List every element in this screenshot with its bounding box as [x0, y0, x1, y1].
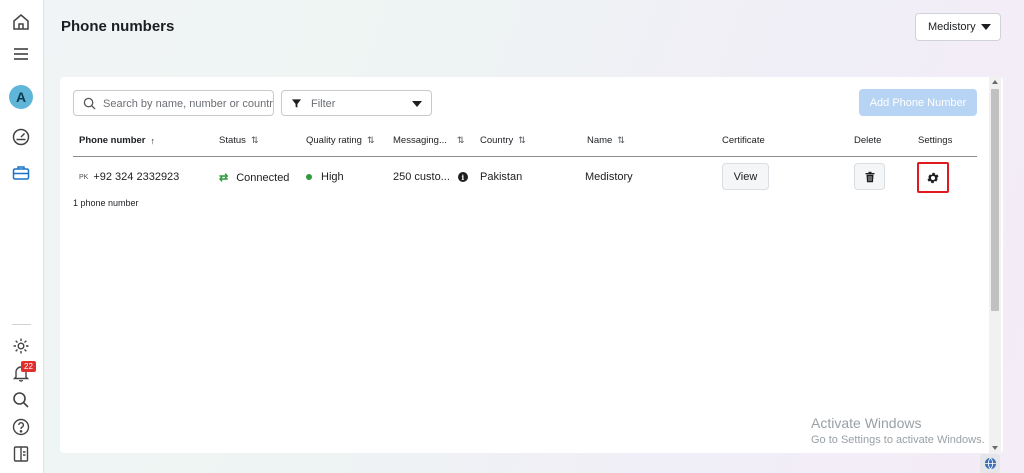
filter-dropdown[interactable]: Filter — [281, 90, 432, 116]
briefcase-icon[interactable] — [10, 162, 32, 184]
column-header-name[interactable]: Name ⇅ — [587, 135, 625, 146]
language-globe-button[interactable] — [980, 454, 1000, 473]
gear-icon — [927, 172, 939, 183]
phone-number-count: 1 phone number — [73, 198, 139, 208]
column-header-label: Messaging... — [393, 135, 447, 146]
messaging-cell: 250 custo... i — [393, 171, 468, 183]
column-header-settings: Settings — [918, 135, 952, 146]
dashboard-gauge-icon[interactable] — [10, 126, 32, 148]
sort-toggle-icon: ⇅ — [456, 135, 465, 145]
notification-badge: 22 — [21, 361, 36, 372]
phone-number-cell: PK +92 324 2332923 — [79, 171, 179, 183]
avatar-letter: A — [15, 89, 27, 105]
page-title: Phone numbers — [61, 18, 175, 35]
home-icon[interactable] — [10, 11, 32, 33]
country-code: PK — [79, 173, 89, 181]
menu-icon[interactable] — [10, 43, 32, 65]
activate-windows-watermark: Activate Windows Go to Settings to activ… — [811, 415, 985, 446]
column-header-label: Settings — [918, 135, 953, 146]
account-selector-value: Medistory — [928, 21, 976, 33]
quality-cell: High — [306, 171, 344, 183]
help-icon[interactable] — [10, 416, 32, 438]
left-nav-rail: A 22 — [0, 0, 44, 473]
status-text: Connected — [236, 171, 290, 184]
scroll-up-arrow-icon[interactable] — [992, 80, 998, 84]
column-header-label: Name — [587, 135, 613, 146]
view-certificate-button[interactable]: View — [722, 163, 769, 190]
sort-toggle-icon: ⇅ — [250, 135, 259, 145]
watermark-subtitle: Go to Settings to activate Windows. — [811, 434, 985, 446]
settings-gear-button[interactable] — [917, 162, 949, 193]
status-cell: ⇄ Connected — [219, 171, 290, 185]
phone-numbers-card: Filter Add Phone Number Phone number ↑ S… — [60, 77, 1003, 453]
sort-ascending-arrow-icon: ↑ — [150, 135, 156, 146]
sort-toggle-icon: ⇅ — [518, 135, 526, 145]
column-header-messaging[interactable]: Messaging... ⇅ — [393, 135, 464, 146]
column-header-label: Status — [219, 135, 246, 146]
column-header-quality-rating[interactable]: Quality rating ⇅ — [306, 135, 375, 146]
column-header-label: Country — [480, 135, 514, 146]
column-header-country[interactable]: Country ⇅ — [480, 135, 526, 146]
filter-funnel-icon — [291, 99, 302, 108]
column-header-label: Quality rating — [306, 135, 362, 146]
filter-label: Filter — [311, 98, 336, 110]
column-header-label: Phone number — [79, 135, 146, 146]
phone-number: +92 324 2332923 — [93, 171, 180, 183]
column-header-status[interactable]: Status ⇅ — [219, 135, 258, 146]
vertical-scrollbar[interactable] — [989, 77, 1001, 453]
messaging-limit-text: 250 custo... — [393, 171, 450, 183]
sort-toggle-icon: ⇅ — [617, 135, 625, 145]
panel-icon[interactable] — [10, 443, 32, 465]
country-cell: Pakistan — [480, 171, 523, 183]
name-cell: Medistory — [585, 171, 633, 183]
quality-text: High — [321, 171, 344, 183]
search-box[interactable] — [73, 90, 275, 116]
gear-icon[interactable] — [10, 335, 32, 357]
delete-button[interactable] — [854, 163, 885, 190]
column-header-label: Delete — [854, 135, 882, 146]
search-icon — [83, 97, 96, 110]
add-phone-number-button[interactable]: Add Phone Number — [859, 89, 977, 116]
column-header-certificate: Certificate — [722, 135, 765, 146]
scrollbar-thumb[interactable] — [991, 89, 999, 311]
avatar[interactable]: A — [9, 85, 33, 109]
globe-icon — [984, 457, 996, 470]
account-selector[interactable]: Medistory — [915, 13, 1001, 41]
caret-down-icon — [981, 24, 991, 30]
trash-icon — [865, 171, 874, 182]
search-icon[interactable] — [10, 389, 32, 411]
caret-down-icon — [412, 101, 422, 107]
sort-toggle-icon: ⇅ — [366, 135, 375, 145]
column-header-delete: Delete — [854, 135, 881, 146]
table-header-divider — [73, 156, 977, 157]
info-icon[interactable]: i — [457, 172, 468, 182]
column-header-label: Certificate — [722, 135, 765, 146]
scroll-down-arrow-icon[interactable] — [992, 446, 998, 450]
quality-status-dot — [306, 174, 312, 180]
search-input[interactable] — [101, 94, 275, 114]
connected-sync-icon: ⇄ — [219, 172, 229, 184]
column-header-phone-number[interactable]: Phone number ↑ — [79, 135, 155, 146]
watermark-title: Activate Windows — [811, 415, 922, 431]
rail-divider — [12, 324, 31, 325]
